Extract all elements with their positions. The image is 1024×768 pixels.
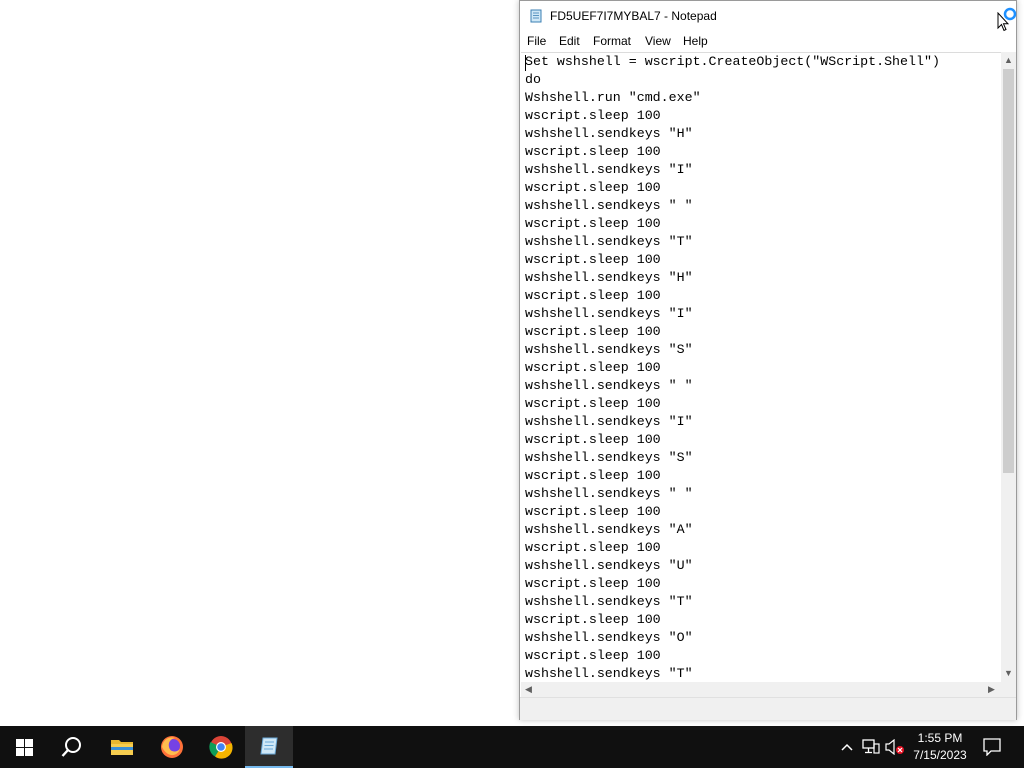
code-line: do <box>525 72 541 87</box>
code-line: wscript.sleep 100 <box>525 252 661 267</box>
notepad-taskbar-button[interactable] <box>245 726 293 768</box>
folder-icon <box>111 740 133 755</box>
code-line: wshshell.sendkeys "S" <box>525 450 693 465</box>
taskbar: 1:55 PM 7/15/2023 <box>0 726 1024 768</box>
text-editor[interactable]: Set wshshell = wscript.CreateObject("WSc… <box>521 52 1001 683</box>
title-bar[interactable]: FD5UEF7I7MYBAL7 - Notepad <box>520 1 1017 32</box>
windows-logo-icon <box>15 738 33 756</box>
code-line: wscript.sleep 100 <box>525 396 661 411</box>
start-button[interactable] <box>0 726 48 768</box>
chrome-button[interactable] <box>197 726 245 768</box>
code-line: wshshell.sendkeys "T" <box>525 594 693 609</box>
notepad-window: FD5UEF7I7MYBAL7 - Notepad File Edit Form… <box>519 0 1017 720</box>
status-bar <box>520 697 1016 720</box>
search-icon <box>61 737 81 757</box>
code-line: wshshell.sendkeys "A" <box>525 522 693 537</box>
text-caret <box>525 55 526 71</box>
code-line: wshshell.sendkeys " " <box>525 378 693 393</box>
code-line: wscript.sleep 100 <box>525 648 661 663</box>
code-line: wscript.sleep 100 <box>525 612 661 627</box>
taskbar-clock[interactable]: 1:55 PM 7/15/2023 <box>905 730 975 764</box>
code-line: wshshell.sendkeys "I" <box>525 162 693 177</box>
scroll-left-arrow-icon[interactable]: ◀ <box>521 684 536 695</box>
editor-content: Set wshshell = wscript.CreateObject("WSc… <box>521 53 1001 683</box>
code-line: wscript.sleep 100 <box>525 504 661 519</box>
menu-file[interactable]: File <box>523 34 550 48</box>
notepad-icon <box>530 9 542 23</box>
code-line: Set wshshell = wscript.CreateObject("WSc… <box>525 54 940 69</box>
code-line: wscript.sleep 100 <box>525 180 661 195</box>
vertical-scrollbar[interactable]: ▲ ▼ <box>1001 52 1016 682</box>
menu-edit[interactable]: Edit <box>555 34 584 48</box>
code-line: wscript.sleep 100 <box>525 216 661 231</box>
network-button[interactable] <box>860 726 882 768</box>
code-line: Wshshell.run "cmd.exe" <box>525 90 701 105</box>
volume-button[interactable] <box>884 726 906 768</box>
firefox-button[interactable] <box>148 726 196 768</box>
chrome-icon <box>209 736 233 759</box>
code-line: wscript.sleep 100 <box>525 468 661 483</box>
code-line: wshshell.sendkeys "S" <box>525 342 693 357</box>
code-line: wscript.sleep 100 <box>525 324 661 339</box>
menu-format[interactable]: Format <box>589 34 635 48</box>
window-title: FD5UEF7I7MYBAL7 - Notepad <box>550 9 717 23</box>
code-line: wshshell.sendkeys "H" <box>525 270 693 285</box>
firefox-icon <box>161 736 183 758</box>
search-button[interactable] <box>48 726 96 768</box>
file-explorer-button[interactable] <box>98 726 146 768</box>
code-line: wscript.sleep 100 <box>525 144 661 159</box>
notification-icon <box>983 738 1001 756</box>
vertical-scroll-thumb[interactable] <box>1003 69 1014 473</box>
code-line: wscript.sleep 100 <box>525 108 661 123</box>
chevron-up-icon <box>841 743 853 751</box>
code-line: wscript.sleep 100 <box>525 540 661 555</box>
show-hidden-icons-button[interactable] <box>838 726 856 768</box>
notepad-icon <box>260 737 278 755</box>
clock-date: 7/15/2023 <box>913 748 967 762</box>
code-line: wshshell.sendkeys " " <box>525 486 693 501</box>
code-line: wshshell.sendkeys "I" <box>525 414 693 429</box>
code-line: wshshell.sendkeys "T" <box>525 234 693 249</box>
code-line: wscript.sleep 100 <box>525 576 661 591</box>
menu-view[interactable]: View <box>641 34 675 48</box>
horizontal-scrollbar[interactable]: ◀ ▶ <box>521 682 1001 697</box>
code-line: wshshell.sendkeys "I" <box>525 306 693 321</box>
scrollbar-corner <box>1001 682 1016 697</box>
clock-time: 1:55 PM <box>917 731 963 745</box>
volume-muted-icon <box>885 739 904 755</box>
code-line: wshshell.sendkeys "T" <box>525 666 693 681</box>
code-line: wscript.sleep 100 <box>525 360 661 375</box>
code-line: wscript.sleep 100 <box>525 288 661 303</box>
menu-help[interactable]: Help <box>679 34 712 48</box>
menu-bar: File Edit Format View Help <box>520 32 1016 52</box>
scroll-right-arrow-icon[interactable]: ▶ <box>984 684 999 695</box>
code-line: wscript.sleep 100 <box>525 432 661 447</box>
code-line: wshshell.sendkeys "H" <box>525 126 693 141</box>
action-center-button[interactable] <box>978 726 1006 768</box>
code-line: wshshell.sendkeys " " <box>525 198 693 213</box>
mouse-pointer-icon <box>997 12 1009 32</box>
code-line: wshshell.sendkeys "O" <box>525 630 693 645</box>
scroll-up-arrow-icon[interactable]: ▲ <box>1001 55 1016 65</box>
scroll-down-arrow-icon[interactable]: ▼ <box>1001 668 1016 678</box>
code-line: wshshell.sendkeys "U" <box>525 558 693 573</box>
network-icon <box>862 739 880 754</box>
